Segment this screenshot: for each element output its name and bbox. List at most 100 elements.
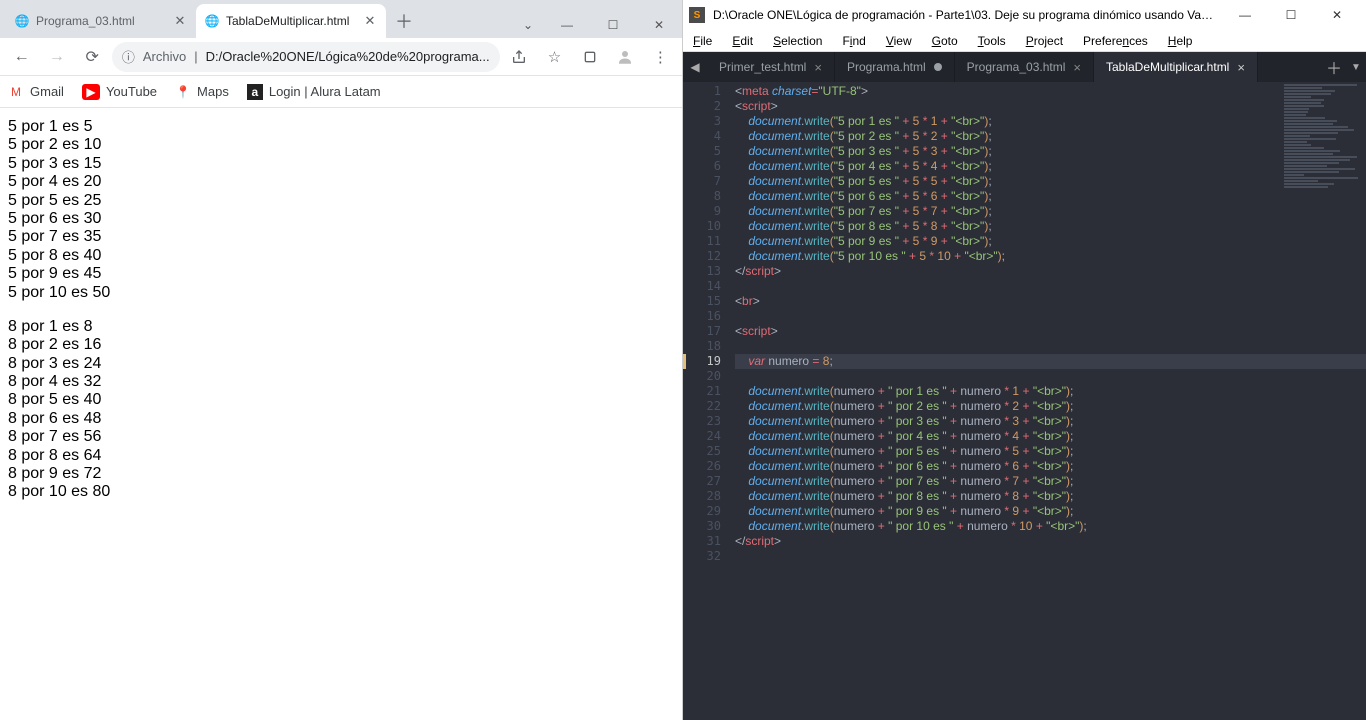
tab-scroll-left[interactable]: ◀: [683, 52, 707, 82]
code-line: document.write("5 por 3 es " + 5 * 3 + "…: [735, 144, 1366, 159]
close-icon[interactable]: ✕: [172, 13, 188, 29]
chrome-window: 🌐 Programa_03.html ✕ 🌐 TablaDeMultiplica…: [0, 0, 683, 720]
star-icon[interactable]: ☆: [539, 41, 570, 73]
minimize-button[interactable]: ―: [1222, 0, 1268, 30]
bookmark-maps[interactable]: 📍 Maps: [175, 84, 229, 100]
menu-tools[interactable]: Tools: [974, 32, 1010, 50]
tab-title: TablaDeMultiplicar.html: [1106, 60, 1229, 74]
forward-button[interactable]: →: [41, 41, 72, 73]
gutter: 1234567891011121314151617181920212223242…: [683, 82, 735, 720]
chrome-tabstrip: 🌐 Programa_03.html ✕ 🌐 TablaDeMultiplica…: [0, 4, 512, 38]
code-line: document.write(numero + " por 10 es " + …: [735, 519, 1366, 534]
line-number: 19: [683, 354, 735, 369]
code-line: <br>: [735, 294, 1366, 309]
menu-preferences[interactable]: Preferences: [1079, 32, 1152, 50]
sublime-logo-icon: S: [689, 7, 705, 23]
line-number: 11: [683, 234, 735, 249]
share-icon[interactable]: [504, 41, 535, 73]
profile-icon[interactable]: [609, 41, 640, 73]
chevron-down-icon[interactable]: ⌄: [512, 12, 544, 38]
code-line: <script>: [735, 324, 1366, 339]
content-line: 5 por 6 es 30: [8, 210, 674, 228]
browser-tab-0[interactable]: 🌐 Programa_03.html ✕: [6, 4, 196, 38]
tab-title: Programa.html: [847, 60, 926, 74]
code-area[interactable]: <meta charset="UTF-8"><script> document.…: [735, 82, 1366, 720]
alura-icon: a: [247, 84, 263, 100]
editor-tab-1[interactable]: Programa.html: [835, 52, 955, 82]
line-number: 13: [683, 264, 735, 279]
line-number: 23: [683, 414, 735, 429]
content-line: 5 por 3 es 15: [8, 155, 674, 173]
close-button[interactable]: ✕: [636, 12, 682, 38]
browser-tab-1[interactable]: 🌐 TablaDeMultiplicar.html ✕: [196, 4, 386, 38]
code-line: document.write("5 por 4 es " + 5 * 4 + "…: [735, 159, 1366, 174]
line-number: 28: [683, 489, 735, 504]
content-line: 5 por 4 es 20: [8, 173, 674, 191]
code-line: document.write("5 por 2 es " + 5 * 2 + "…: [735, 129, 1366, 144]
line-number: 5: [683, 144, 735, 159]
bookmark-label: YouTube: [106, 84, 157, 99]
address-bar[interactable]: ⓘ Archivo | D:/Oracle%20ONE/Lógica%20de%…: [112, 42, 500, 72]
code-line: document.write(numero + " por 3 es " + n…: [735, 414, 1366, 429]
code-line: <meta charset="UTF-8">: [735, 84, 1366, 99]
line-number: 32: [683, 549, 735, 564]
menu-find[interactable]: Find: [838, 32, 869, 50]
back-button[interactable]: ←: [6, 41, 37, 73]
editor-tab-3[interactable]: TablaDeMultiplicar.html ×: [1094, 52, 1258, 82]
omnibox-url: D:/Oracle%20ONE/Lógica%20de%20programa..…: [206, 49, 490, 64]
bookmark-gmail[interactable]: M Gmail: [8, 84, 64, 100]
menu-edit[interactable]: Edit: [728, 32, 757, 50]
chrome-window-controls: ⌄ ― ☐ ✕: [512, 10, 682, 38]
tab-title: Primer_test.html: [719, 60, 806, 74]
close-icon[interactable]: ×: [1073, 60, 1081, 75]
tab-title: Programa_03.html: [967, 60, 1066, 74]
menu-help[interactable]: Help: [1164, 32, 1197, 50]
bookmark-youtube[interactable]: ▶ YouTube: [82, 84, 157, 100]
menu-view[interactable]: View: [882, 32, 916, 50]
code-line: document.write(numero + " por 4 es " + n…: [735, 429, 1366, 444]
code-line: [735, 369, 1366, 384]
maximize-button[interactable]: ☐: [1268, 0, 1314, 30]
close-icon[interactable]: ×: [1237, 60, 1245, 75]
code-line: document.write(numero + " por 5 es " + n…: [735, 444, 1366, 459]
content-line: 8 por 10 es 80: [8, 483, 674, 501]
content-line: 5 por 9 es 45: [8, 265, 674, 283]
content-line: 5 por 5 es 25: [8, 192, 674, 210]
line-number: 15: [683, 294, 735, 309]
reload-button[interactable]: ⟳: [77, 41, 108, 73]
close-icon[interactable]: ✕: [362, 13, 378, 29]
line-number: 10: [683, 219, 735, 234]
window-title: D:\Oracle ONE\Lógica de programación - P…: [713, 8, 1214, 22]
minimize-button[interactable]: ―: [544, 12, 590, 38]
new-tab-button[interactable]: ＋: [390, 7, 418, 35]
line-number: 22: [683, 399, 735, 414]
menu-selection[interactable]: Selection: [769, 32, 826, 50]
sublime-titlebar: S D:\Oracle ONE\Lógica de programación -…: [683, 0, 1366, 30]
editor-tab-2[interactable]: Programa_03.html ×: [955, 52, 1094, 82]
line-number: 3: [683, 114, 735, 129]
youtube-icon: ▶: [82, 84, 100, 100]
editor-tab-0[interactable]: Primer_test.html ×: [707, 52, 835, 82]
code-line: document.write(numero + " por 6 es " + n…: [735, 459, 1366, 474]
content-line: 8 por 5 es 40: [8, 391, 674, 409]
line-number: 17: [683, 324, 735, 339]
globe-icon: 🌐: [204, 13, 220, 29]
code-line: document.write("5 por 7 es " + 5 * 7 + "…: [735, 204, 1366, 219]
tab-dropdown-icon[interactable]: ▼: [1346, 52, 1366, 82]
menu-file[interactable]: File: [689, 32, 716, 50]
menu-icon[interactable]: ⋮: [645, 41, 676, 73]
code-line: <script>: [735, 99, 1366, 114]
menu-project[interactable]: Project: [1022, 32, 1067, 50]
new-tab-button[interactable]: ＋: [1322, 52, 1346, 82]
extensions-icon[interactable]: [574, 41, 605, 73]
bookmark-alura[interactable]: a Login | Alura Latam: [247, 84, 381, 100]
maximize-button[interactable]: ☐: [590, 12, 636, 38]
menu-goto[interactable]: Goto: [928, 32, 962, 50]
close-button[interactable]: ✕: [1314, 0, 1360, 30]
globe-icon: 🌐: [14, 13, 30, 29]
close-icon[interactable]: ×: [814, 60, 822, 75]
code-line: document.write(numero + " por 1 es " + n…: [735, 384, 1366, 399]
content-line: 8 por 1 es 8: [8, 318, 674, 336]
info-icon: ⓘ: [122, 47, 135, 66]
code-line: document.write("5 por 9 es " + 5 * 9 + "…: [735, 234, 1366, 249]
